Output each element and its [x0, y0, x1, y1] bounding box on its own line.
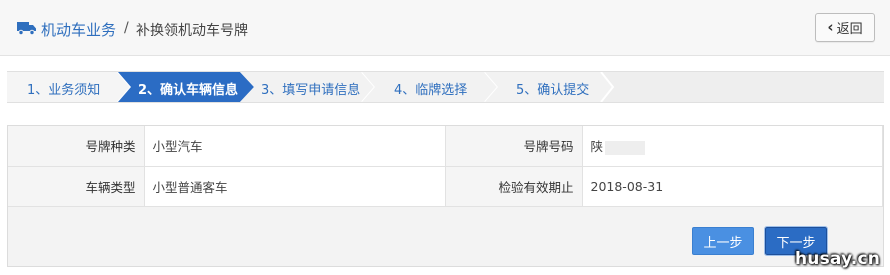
page-header: 机动车业务 / 补换领机动车号牌 ‹ 返回 [0, 0, 890, 56]
plate-number-label: 号牌号码 [445, 126, 583, 167]
vehicle-type-label: 车辆类型 [8, 166, 145, 207]
step-1-label[interactable]: 1、业务须知 [27, 79, 100, 98]
section-title: 机动车业务 [41, 21, 117, 39]
inspection-date-label: 检验有效期止 [445, 166, 583, 207]
truck-icon [17, 22, 36, 35]
plate-number-cell: 陕 [582, 126, 883, 167]
vehicle-type-value: 小型普通客车 [144, 166, 446, 207]
plate-type-label: 号牌种类 [8, 126, 145, 167]
step-progress-bar: 1、业务须知 2、确认车辆信息 3、填写申请信息 4、临牌选择 5、确认提交 [7, 71, 884, 103]
back-button[interactable]: ‹ 返回 [815, 13, 875, 42]
step-4-label[interactable]: 4、临牌选择 [394, 79, 467, 98]
watermark-text: husay.cn [795, 249, 881, 269]
vehicle-info-table: 号牌种类 小型汽车 号牌号码 陕 车辆类型 小型普通客车 检验有效期止 2018… [8, 126, 883, 207]
plate-number-mask [605, 140, 646, 155]
step-3-label[interactable]: 3、填写申请信息 [261, 79, 360, 98]
table-row: 号牌种类 小型汽车 号牌号码 陕 [8, 126, 883, 167]
chevron-left-icon: ‹ [827, 18, 834, 36]
plate-number-value: 陕 [590, 139, 604, 155]
breadcrumb-separator: / [124, 20, 129, 36]
step-5-label[interactable]: 5、确认提交 [516, 79, 589, 98]
prev-step-button[interactable]: 上一步 [692, 227, 754, 255]
plate-type-value: 小型汽车 [144, 126, 446, 167]
step-2-label[interactable]: 2、确认车辆信息 [138, 79, 238, 98]
table-row: 车辆类型 小型普通客车 检验有效期止 2018-08-31 [8, 166, 883, 207]
page-title: 补换领机动车号牌 [136, 23, 248, 39]
inspection-date-value: 2018-08-31 [582, 166, 883, 207]
back-button-label: 返回 [836, 22, 863, 37]
